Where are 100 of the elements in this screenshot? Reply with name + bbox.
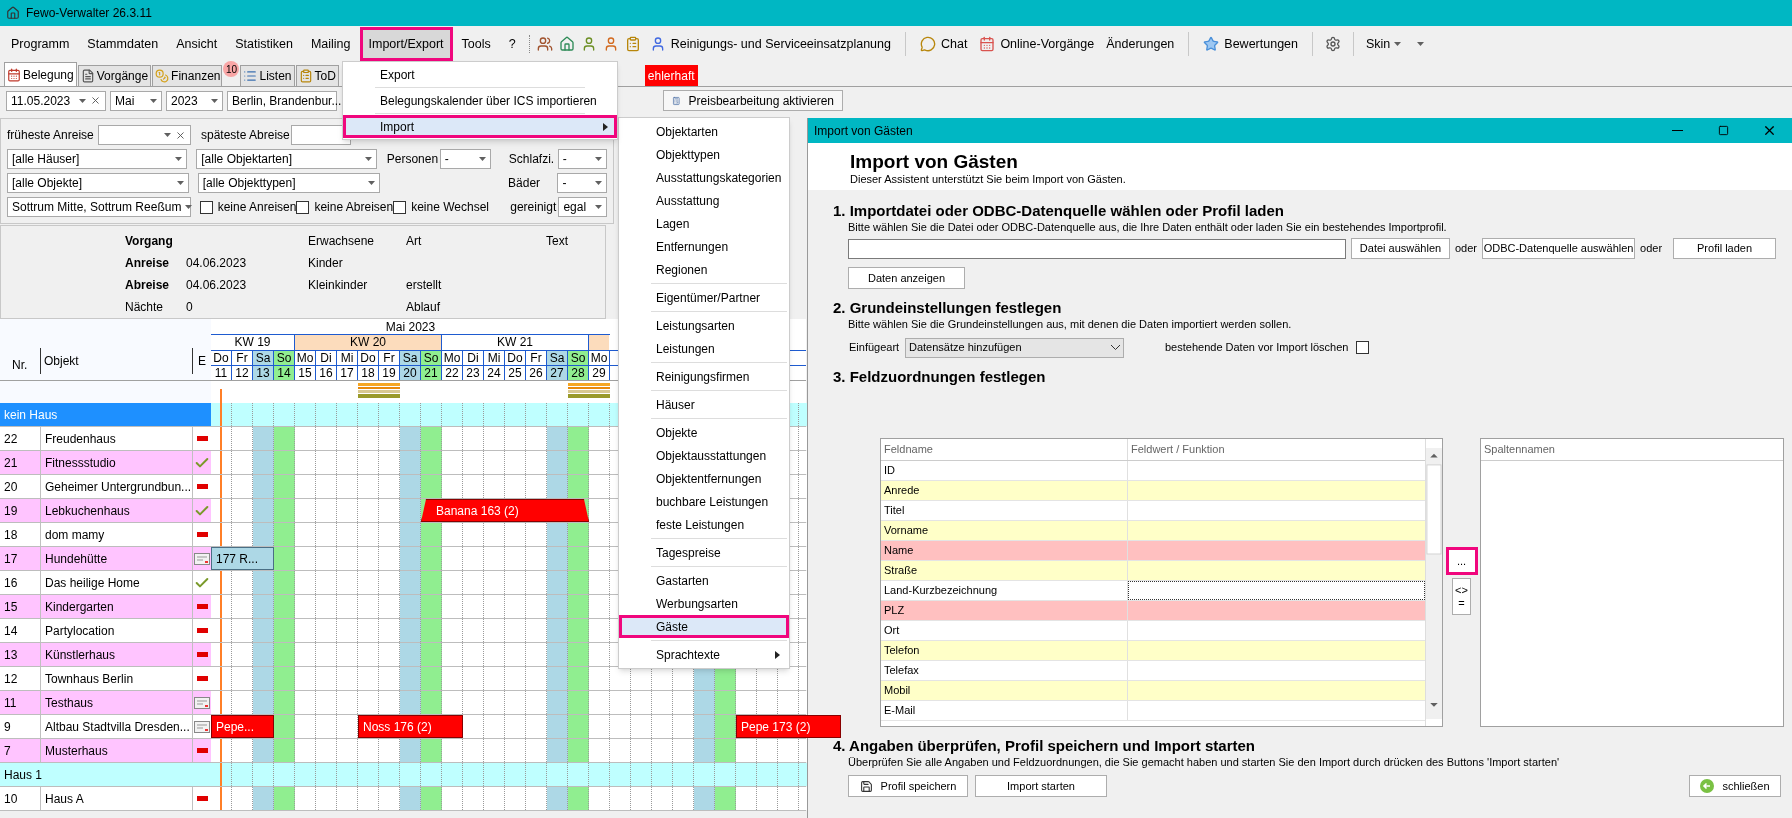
menu-item[interactable]: Gäste <box>619 615 789 638</box>
menu-item[interactable]: Statistiken <box>226 26 302 62</box>
object-name[interactable]: Künstlerhaus <box>40 643 192 666</box>
menu-item[interactable]: Regionen <box>619 258 789 281</box>
menu-item[interactable]: Import <box>343 115 617 138</box>
toolbar-button[interactable]: Änderungen <box>1100 30 1181 58</box>
menu-item[interactable]: buchbare Leistungen <box>619 490 789 513</box>
menu-item[interactable]: Belegungskalender über ICS importieren <box>343 89 617 112</box>
tab[interactable]: Listen <box>240 65 295 86</box>
compare-button[interactable]: <> = <box>1452 578 1471 615</box>
object-name[interactable]: Das heilige Home <box>40 571 192 594</box>
location-dropdown[interactable]: Sottrum Mitte, Sottrum Reeßum <box>7 197 191 217</box>
menu-item[interactable]: Sprachtexte <box>619 643 789 666</box>
object-kinds-dropdown[interactable]: [alle Objektarten] <box>196 149 377 169</box>
year-dropdown[interactable]: 2023 <box>166 90 223 111</box>
choose-file-button[interactable]: Datei auswählen <box>1351 238 1450 259</box>
object-name[interactable]: Testhaus <box>40 691 192 714</box>
tab[interactable]: Belegung <box>4 62 77 86</box>
menu-item[interactable]: Werbungsarten <box>619 592 789 615</box>
field-name-cell: Telefax <box>881 661 1128 680</box>
filter-label: gereinigt <box>510 199 558 216</box>
object-name[interactable]: Partylocation <box>40 619 192 642</box>
menu-item[interactable]: Import/Export <box>359 26 453 62</box>
menu-item[interactable]: Objektausstattungen <box>619 444 789 467</box>
object-name[interactable]: Fitnessstudio <box>40 451 192 474</box>
object-name[interactable]: Altbau Stadtvilla Dresden... <box>40 715 192 738</box>
menu-item[interactable]: Entfernungen <box>619 235 789 258</box>
start-import-button[interactable]: Import starten <box>975 775 1107 797</box>
close-dialog-button[interactable]: schließen <box>1689 775 1781 797</box>
object-name[interactable]: Freudenhaus <box>40 427 192 450</box>
row-number: 10 <box>3 790 19 808</box>
menu-item[interactable]: Ausstattungskategorien <box>619 166 789 189</box>
menu-item[interactable]: Objekte <box>619 421 789 444</box>
menu-item[interactable]: Lagen <box>619 212 789 235</box>
house-group-row[interactable]: Haus 1 <box>0 763 211 786</box>
date-field[interactable]: 11.05.2023 <box>6 90 106 111</box>
tab[interactable]: ToD <box>295 65 339 86</box>
tab[interactable]: Finanzen <box>152 65 223 86</box>
menu-item[interactable]: Objektentfernungen <box>619 467 789 490</box>
field-name-cell: Titel <box>881 501 1128 520</box>
weekday-header: Mo <box>295 351 316 365</box>
cleaned-dropdown[interactable]: egal <box>558 197 607 217</box>
field-name-cell: Straße <box>881 561 1128 580</box>
object-name[interactable]: Haus A <box>40 787 192 810</box>
object-name[interactable]: Townhaus Berlin <box>40 667 192 690</box>
menu-item[interactable]: Reinigungsfirmen <box>619 365 789 388</box>
booking-bar[interactable]: Pepe... <box>211 715 274 738</box>
menu-item[interactable]: Leistungsarten <box>619 314 789 337</box>
menu-item[interactable]: Ausstattung <box>619 189 789 212</box>
bedrooms-dropdown[interactable]: - <box>557 149 607 169</box>
toolbar-button[interactable]: Bewertungen <box>1197 30 1304 58</box>
day-header: 24 <box>484 366 505 380</box>
houses-dropdown[interactable]: [alle Häuser] <box>7 149 188 169</box>
toolbar-button[interactable]: Chat <box>913 30 974 58</box>
step-heading: 2. Grundeinstellungen festlegen <box>833 299 1063 317</box>
menu-item[interactable]: Programm <box>2 26 79 62</box>
menu-item[interactable]: Export <box>343 63 617 86</box>
object-name[interactable]: Lebkuchenhaus <box>40 499 192 522</box>
menu-item[interactable]: Tools <box>452 26 500 62</box>
object-name[interactable]: Hundehütte <box>40 547 192 570</box>
toolbar-button[interactable]: Reinigungs- und Serviceeinsatzplanung <box>643 30 897 58</box>
warning-tab[interactable]: ehlerhaft <box>644 65 698 86</box>
load-profile-button[interactable]: Profil laden <box>1673 238 1777 259</box>
filter-label: Bäder <box>508 175 542 192</box>
booking-bar[interactable]: Noss 176 (2) <box>358 715 463 738</box>
weekday-header: So <box>421 351 442 365</box>
menu-item[interactable]: feste Leistungen <box>619 513 789 536</box>
objects-dropdown[interactable]: [alle Objekte] <box>7 173 189 193</box>
assign-button[interactable]: ... <box>1445 547 1478 575</box>
menu-item[interactable]: Ansicht <box>167 26 227 62</box>
price-edit-button[interactable]: Preisbearbeitung aktivieren <box>663 90 843 111</box>
toolbar-button[interactable]: Online-Vorgänge <box>973 30 1101 58</box>
menu-item[interactable]: Mailing <box>301 26 360 62</box>
menu-item[interactable]: Tagespreise <box>619 541 789 564</box>
persons-dropdown[interactable]: - <box>439 149 491 169</box>
tab[interactable]: Vorgänge <box>77 65 152 86</box>
object-name[interactable]: Kindergarten <box>40 595 192 618</box>
skin-menu[interactable]: Skin <box>1362 34 1406 54</box>
object-name[interactable]: Geheimer Untergrundbun... <box>40 475 192 498</box>
menu-item[interactable]: Leistungen <box>619 337 789 360</box>
object-name[interactable]: dom mamy <box>40 523 192 546</box>
insert-mode-dropdown[interactable]: Datensätze hinzufügen <box>905 337 1124 358</box>
baths-dropdown[interactable]: - <box>557 173 607 193</box>
booking-bar[interactable]: Banana 163 (2) <box>421 499 589 522</box>
day-header: 21 <box>421 366 442 380</box>
menu-item[interactable]: Objekttypen <box>619 143 789 166</box>
show-data-button[interactable]: Daten anzeigen <box>848 267 965 289</box>
menu-item[interactable]: Eigentümer/Partner <box>619 286 789 309</box>
object-types-dropdown[interactable]: [alle Objekttypen] <box>197 173 380 193</box>
menu-item[interactable]: Häuser <box>619 393 789 416</box>
booking-bar[interactable]: 177 R... <box>211 547 274 570</box>
odbc-source-button[interactable]: ODBC-Datenquelle auswählen <box>1482 238 1636 259</box>
booking-bar[interactable]: Pepe 173 (2) <box>736 715 841 738</box>
object-name[interactable]: Musterhaus <box>40 739 192 762</box>
menu-item[interactable]: Gastarten <box>619 569 789 592</box>
menu-item[interactable]: ? <box>499 26 525 62</box>
menu-item[interactable]: Objektarten <box>619 120 789 143</box>
menu-item[interactable]: Stammdaten <box>78 26 168 62</box>
save-profile-button[interactable]: Profil speichern <box>848 775 968 797</box>
month-dropdown[interactable]: Mai <box>110 90 162 111</box>
